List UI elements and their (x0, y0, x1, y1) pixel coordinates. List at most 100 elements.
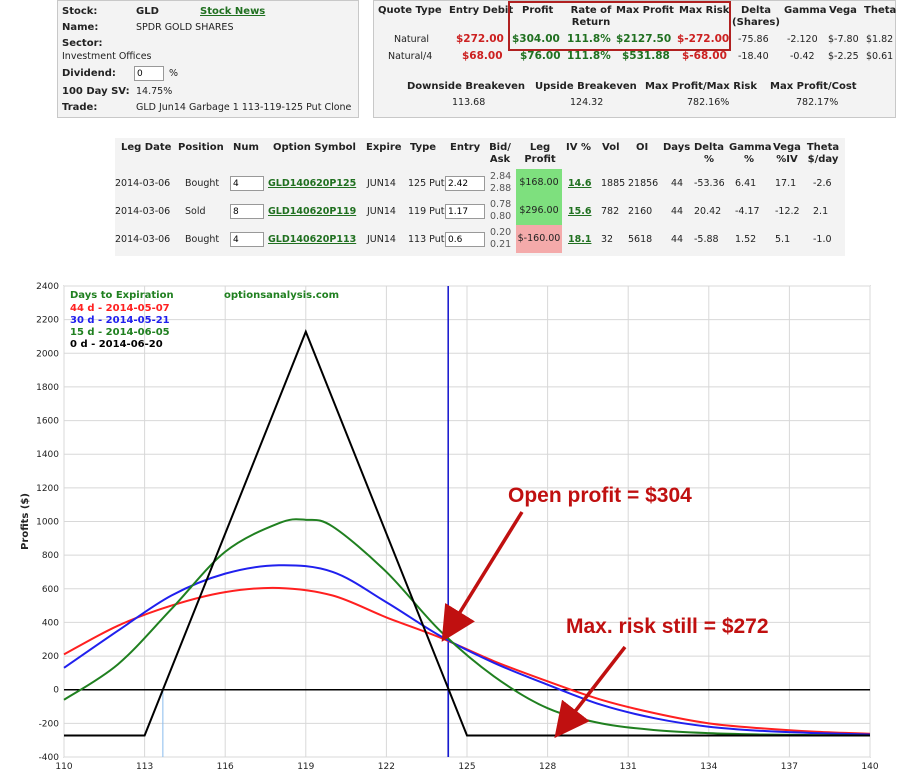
y-tick-label: 600 (42, 585, 59, 595)
legs-table: Leg Date Position Num Option Symbol Expi… (115, 138, 845, 256)
leg-delta: -5.88 (694, 234, 719, 245)
name-label: Name: (62, 22, 99, 33)
stat-upside-label: Upside Breakeven (535, 81, 637, 92)
y-tick-label: 0 (53, 686, 59, 696)
q1-delta: -75.86 (738, 34, 769, 45)
leg-iv-link[interactable]: 15.6 (568, 206, 591, 217)
quote-panel: Quote Type Entry Debit Profit Rate of Re… (373, 0, 896, 118)
q1-max-risk: $-272.00 (677, 33, 730, 45)
q2-vega: $-2.25 (828, 51, 859, 62)
q2-max-risk: $-68.00 (682, 50, 727, 62)
q1-max-profit: $2127.50 (616, 33, 672, 45)
stat-mp-cost-value: 782.17% (796, 97, 839, 108)
stock-symbol: GLD (136, 6, 159, 17)
leg-profit: $-160.00 (516, 225, 562, 253)
leg-vega: 17.1 (775, 178, 797, 189)
stock-news-link[interactable]: Stock News (200, 6, 265, 17)
annotation-max-risk: Max. risk still = $272 (566, 615, 769, 638)
qh-quote-type: Quote Type (378, 5, 442, 16)
x-tick-label: 110 (55, 762, 72, 771)
x-tick-label: 140 (861, 762, 878, 771)
q2-entry: $68.00 (462, 50, 503, 62)
lh-iv: IV % (566, 142, 591, 153)
lh-oi: OI (636, 142, 649, 153)
lh-num: Num (233, 142, 259, 153)
q2-theta: $0.61 (866, 51, 894, 62)
leg-bid: 0.78 (490, 199, 512, 210)
leg-oi: 21856 (628, 178, 659, 189)
lh-symbol: Option Symbol (273, 142, 356, 153)
legend-entry: 44 d - 2014-05-07 (70, 303, 170, 314)
leg-days: 44 (671, 206, 684, 217)
leg-ask: 2.88 (490, 183, 512, 194)
q2-delta: -18.40 (738, 51, 769, 62)
leg-symbol-link[interactable]: GLD140620P125 (268, 178, 356, 189)
qh-entry-debit: Entry Debit (449, 5, 514, 16)
y-tick-label: 1400 (36, 450, 59, 460)
leg-date: 2014-03-06 (115, 234, 171, 245)
x-tick-label: 122 (378, 762, 395, 771)
q2-profit: $76.00 (520, 50, 561, 62)
q1-profit: $304.00 (512, 33, 560, 45)
qh-vega: Vega (829, 5, 857, 16)
leg-ask: 0.80 (490, 211, 512, 222)
lh-gamma: Gamma % (729, 142, 772, 165)
leg-type: 125 Put (408, 178, 445, 189)
q1-type: Natural (394, 34, 430, 45)
sv-label: 100 Day SV: (62, 86, 130, 97)
sector-label: Sector: (62, 38, 103, 49)
q1-vega: $-7.80 (828, 34, 859, 45)
leg-ask: 0.21 (490, 239, 512, 250)
lh-delta: Delta % (693, 142, 725, 165)
lh-date: Leg Date (121, 142, 172, 153)
sector-value: Investment Offices (62, 51, 152, 62)
leg-date: 2014-03-06 (115, 178, 171, 189)
q1-entry: $272.00 (456, 33, 504, 45)
leg-iv-link[interactable]: 18.1 (568, 234, 591, 245)
leg-vol: 782 (601, 206, 620, 217)
stat-mp-cost-label: Max Profit/Cost (770, 81, 857, 92)
leg-symbol-link[interactable]: GLD140620P113 (268, 234, 356, 245)
leg-num-input[interactable] (230, 232, 264, 247)
lh-theta: Theta $/day (806, 142, 840, 165)
leg-bid: 2.84 (490, 171, 512, 182)
lh-position: Position (178, 142, 224, 153)
y-tick-label: 2400 (36, 282, 59, 292)
name-value: SPDR GOLD SHARES (136, 22, 234, 33)
dividend-unit: % (169, 68, 179, 79)
leg-days: 44 (671, 234, 684, 245)
y-tick-label: 2000 (36, 349, 59, 359)
leg-symbol-link[interactable]: GLD140620P119 (268, 206, 356, 217)
leg-position: Sold (185, 206, 206, 217)
dividend-input[interactable] (134, 66, 164, 81)
lh-bid-ask: Bid/ Ask (489, 142, 511, 165)
leg-vega: 5.1 (775, 234, 791, 245)
leg-theta: -2.6 (813, 178, 832, 189)
dividend-label: Dividend: (62, 68, 116, 79)
qh-delta: Delta (Shares) (732, 5, 780, 28)
leg-expire: JUN14 (367, 234, 396, 245)
trade-label: Trade: (62, 102, 98, 113)
leg-entry-input[interactable] (445, 232, 485, 247)
leg-gamma: -4.17 (735, 206, 760, 217)
y-tick-label: -200 (39, 719, 60, 729)
leg-iv-link[interactable]: 14.6 (568, 178, 591, 189)
leg-num-input[interactable] (230, 176, 264, 191)
leg-entry-input[interactable] (445, 204, 485, 219)
y-tick-label: 400 (42, 618, 59, 628)
x-tick-label: 113 (136, 762, 153, 771)
stat-mp-mr-value: 782.16% (687, 97, 730, 108)
pnl-chart-svg: -400-20002004006008001000120014001600180… (20, 282, 879, 772)
lh-entry: Entry (450, 142, 481, 153)
site-watermark: optionsanalysis.com (224, 290, 339, 301)
y-tick-label: 2200 (36, 316, 59, 326)
leg-num-input[interactable] (230, 204, 264, 219)
leg-position: Bought (185, 234, 220, 245)
pnl-chart: -400 -200 0 200 400 600 800 1000 1200 1400 1600 180… (0, 262, 900, 772)
leg-type: 119 Put (408, 206, 445, 217)
y-tick-label: 1800 (36, 383, 59, 393)
lh-vol: Vol (602, 142, 620, 153)
leg-entry-input[interactable] (445, 176, 485, 191)
x-tick-label: 125 (458, 762, 475, 771)
leg-expire: JUN14 (367, 178, 396, 189)
